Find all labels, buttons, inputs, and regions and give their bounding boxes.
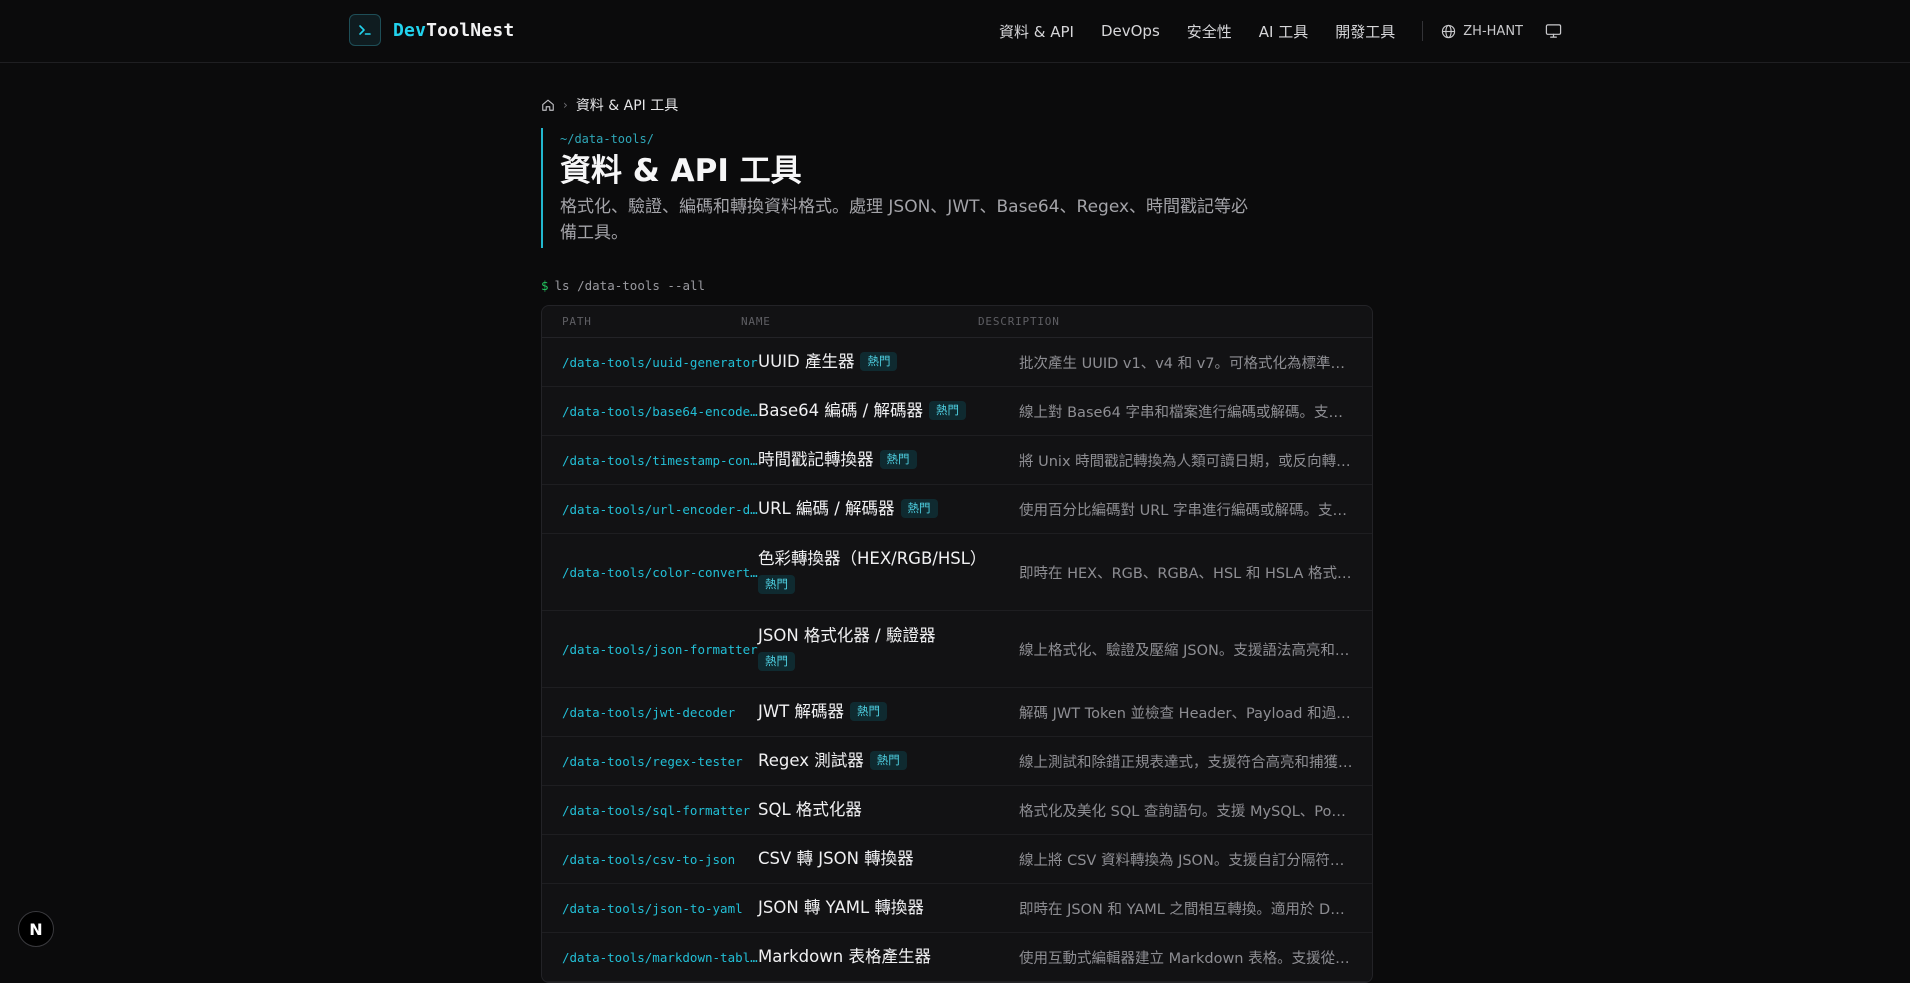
row-description: 線上將 CSV 資料轉換為 JSON。支援自訂分隔符號... (1019, 852, 1353, 869)
page-hero: ~/data-tools/ 資料 & API 工具 格式化、驗證、編碼和轉換資料… (541, 128, 1373, 248)
chevron-right-icon: › (563, 98, 568, 112)
row-description: 即時在 HEX、RGB、RGBA、HSL 和 HSLA 格式之... (1019, 565, 1353, 582)
nav-devops[interactable]: DevOps (1101, 22, 1160, 40)
nav-dev-tools[interactable]: 開發工具 (1335, 21, 1395, 42)
main-nav: 資料 & API DevOps 安全性 AI 工具 開發工具 ZH-HANT (999, 0, 1910, 62)
row-description: 格式化及美化 SQL 查詢語句。支援 MySQL、Postg... (1019, 803, 1353, 820)
tools-table: PATH NAME DESCRIPTION /data-tools/uuid-g… (541, 305, 1373, 983)
row-path[interactable]: /data-tools/jwt-decoder (542, 705, 758, 720)
command-prompt: $ (541, 278, 549, 293)
row-path[interactable]: /data-tools/uuid-generator (542, 355, 758, 370)
row-name: Base64 編碼 / 解碼器 熱門 (758, 398, 998, 424)
nav-data-api[interactable]: 資料 & API (999, 21, 1074, 42)
monitor-icon (1545, 24, 1562, 38)
row-path[interactable]: /data-tools/regex-tester (542, 754, 758, 769)
table-row[interactable]: /data-tools/json-formatter JSON 格式化器 / 驗… (542, 611, 1372, 688)
site-logo[interactable]: DevToolNest (349, 14, 514, 46)
row-name: JSON 轉 YAML 轉換器 (758, 898, 924, 917)
row-description: 將 Unix 時間戳記轉換為人類可讀日期，或反向轉換... (1019, 453, 1353, 470)
hot-badge: 熱門 (860, 352, 898, 371)
row-name: CSV 轉 JSON 轉換器 (758, 849, 914, 868)
page-description: 格式化、驗證、編碼和轉換資料格式。處理 JSON、JWT、Base64、Rege… (560, 197, 1249, 243)
row-description: 批次產生 UUID v1、v4 和 v7。可格式化為標準、無... (1019, 355, 1353, 372)
nav-divider (1422, 21, 1424, 41)
table-row[interactable]: /data-tools/color-converter 色彩轉換器（HEX/RG… (542, 534, 1372, 611)
hot-badge: 熱門 (879, 450, 917, 469)
row-name: JWT 解碼器 熱門 (758, 699, 998, 725)
row-path[interactable]: /data-tools/color-converter (542, 565, 758, 580)
row-description: 使用互動式編輯器建立 Markdown 表格。支援從 C... (1019, 950, 1353, 967)
column-header-name: NAME (741, 315, 771, 328)
row-path[interactable]: /data-tools/csv-to-json (542, 852, 758, 867)
home-icon[interactable] (541, 98, 555, 112)
table-row[interactable]: /data-tools/sql-formatter SQL 格式化器 格式化及美… (542, 786, 1372, 835)
table-row[interactable]: /data-tools/base64-encoder… Base64 編碼 / … (542, 387, 1372, 436)
globe-icon (1442, 24, 1456, 38)
row-path[interactable]: /data-tools/timestamp-conv… (542, 453, 758, 468)
breadcrumb: › 資料 & API 工具 (541, 94, 1373, 116)
hot-badge: 熱門 (758, 575, 795, 594)
row-name: UUID 產生器 熱門 (758, 349, 998, 375)
hot-badge: 熱門 (869, 751, 907, 770)
theme-toggle[interactable] (1545, 23, 1562, 39)
dev-tools-indicator[interactable]: N (18, 911, 54, 947)
table-row[interactable]: /data-tools/csv-to-json CSV 轉 JSON 轉換器 線… (542, 835, 1372, 884)
row-name: URL 編碼 / 解碼器 熱門 (758, 496, 998, 522)
site-header: DevToolNest 資料 & API DevOps 安全性 AI 工具 開發… (0, 0, 1910, 63)
terminal-command: $ ls /data-tools --all (541, 278, 1373, 293)
hero-path: ~/data-tools/ (560, 132, 654, 146)
row-path[interactable]: /data-tools/url-encoder-de… (542, 502, 758, 517)
row-description: 線上測試和除錯正規表達式，支援符合高亮和捕獲群... (1019, 754, 1353, 771)
hot-badge: 熱門 (758, 652, 795, 671)
table-row[interactable]: /data-tools/json-to-yaml JSON 轉 YAML 轉換器… (542, 884, 1372, 933)
table-row[interactable]: /data-tools/uuid-generator UUID 產生器 熱門 批次… (542, 338, 1372, 387)
hot-badge: 熱門 (900, 499, 938, 518)
hot-badge: 熱門 (850, 702, 888, 721)
table-row[interactable]: /data-tools/markdown-table… Markdown 表格產… (542, 933, 1372, 982)
command-text: ls /data-tools --all (554, 278, 706, 293)
row-name: Markdown 表格產生器 (758, 947, 931, 966)
column-header-description: DESCRIPTION (978, 315, 1060, 328)
nav-ai-tools[interactable]: AI 工具 (1259, 21, 1308, 42)
row-description: 解碼 JWT Token 並檢查 Header、Payload 和過期... (1019, 705, 1353, 722)
language-switcher[interactable]: ZH-HANT (1441, 24, 1523, 39)
hot-badge: 熱門 (928, 401, 966, 420)
row-path[interactable]: /data-tools/json-formatter (542, 642, 758, 657)
terminal-icon (349, 14, 381, 46)
row-name: 時間戳記轉換器 熱門 (758, 447, 998, 473)
row-description: 線上格式化、驗證及壓縮 JSON。支援語法高亮和大... (1019, 642, 1353, 659)
row-path[interactable]: /data-tools/sql-formatter (542, 803, 758, 818)
logo-text: DevToolNest (393, 19, 515, 41)
language-label: ZH-HANT (1463, 23, 1523, 39)
row-path[interactable]: /data-tools/markdown-table… (542, 950, 758, 965)
row-description: 線上對 Base64 字串和檔案進行編碼或解碼。支援... (1019, 404, 1353, 421)
row-description: 即時在 JSON 和 YAML 之間相互轉換。適用於 Doc... (1019, 901, 1353, 918)
column-header-path: PATH (562, 315, 592, 328)
table-row[interactable]: /data-tools/url-encoder-de… URL 編碼 / 解碼器… (542, 485, 1372, 534)
row-name: SQL 格式化器 (758, 800, 862, 819)
row-name: 色彩轉換器（HEX/RGB/HSL） 熱門 (758, 546, 998, 598)
page-title: 資料 & API 工具 (560, 153, 802, 189)
table-row[interactable]: /data-tools/jwt-decoder JWT 解碼器 熱門 解碼 JWT… (542, 688, 1372, 737)
row-path[interactable]: /data-tools/json-to-yaml (542, 901, 758, 916)
row-name: Regex 測試器 熱門 (758, 748, 998, 774)
table-header: PATH NAME DESCRIPTION (542, 306, 1372, 338)
row-path[interactable]: /data-tools/base64-encoder… (542, 404, 758, 419)
table-row[interactable]: /data-tools/regex-tester Regex 測試器 熱門 線上測… (542, 737, 1372, 786)
main-content: › 資料 & API 工具 ~/data-tools/ 資料 & API 工具 … (541, 94, 1373, 983)
nav-security[interactable]: 安全性 (1187, 21, 1232, 42)
row-name: JSON 格式化器 / 驗證器 熱門 (758, 623, 998, 675)
breadcrumb-current: 資料 & API 工具 (575, 98, 679, 114)
table-row[interactable]: /data-tools/timestamp-conv… 時間戳記轉換器 熱門 將 … (542, 436, 1372, 485)
row-description: 使用百分比編碼對 URL 字串進行編碼或解碼。支援 ... (1019, 502, 1353, 519)
